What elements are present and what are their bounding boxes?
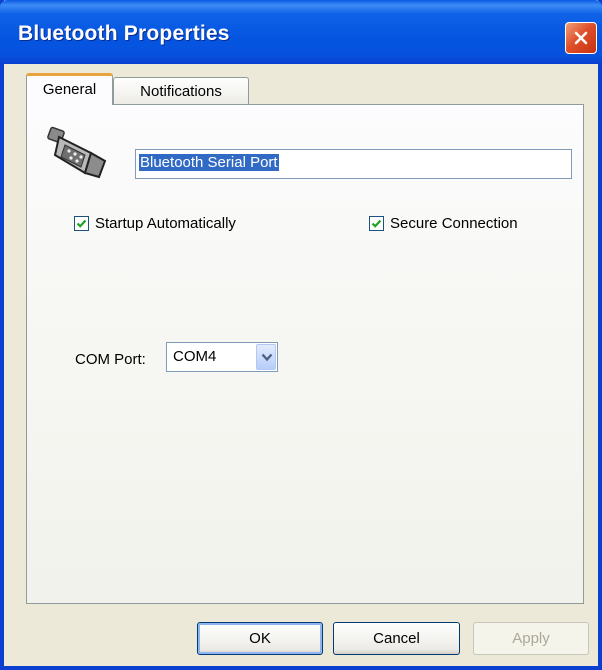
chevron-down-icon xyxy=(261,353,273,362)
cancel-button[interactable]: Cancel xyxy=(333,622,460,655)
general-tab-panel: Bluetooth Serial Port Startup Automatica… xyxy=(26,104,584,604)
close-icon xyxy=(574,31,588,45)
device-name-text: Bluetooth Serial Port xyxy=(139,154,279,171)
device-name-field[interactable]: Bluetooth Serial Port xyxy=(135,149,572,179)
com-port-select[interactable]: COM4 xyxy=(166,342,278,372)
dropdown-button[interactable] xyxy=(256,344,276,370)
checkbox-box[interactable] xyxy=(74,216,89,231)
startup-automatically-checkbox[interactable]: Startup Automatically xyxy=(74,215,236,232)
title-bar[interactable]: Bluetooth Properties xyxy=(0,0,602,64)
secure-connection-checkbox[interactable]: Secure Connection xyxy=(369,215,518,232)
checkmark-icon xyxy=(371,219,382,228)
com-port-value: COM4 xyxy=(173,348,217,365)
startup-automatically-label: Startup Automatically xyxy=(95,215,236,232)
com-port-label: COM Port: xyxy=(75,351,146,368)
tab-notifications[interactable]: Notifications xyxy=(113,77,249,105)
checkmark-icon xyxy=(76,219,87,228)
secure-connection-label: Secure Connection xyxy=(390,215,518,232)
window-title: Bluetooth Properties xyxy=(18,22,230,45)
tab-general[interactable]: General xyxy=(26,73,113,105)
ok-button[interactable]: OK xyxy=(197,622,323,655)
apply-button[interactable]: Apply xyxy=(473,622,589,655)
close-button[interactable] xyxy=(565,22,597,54)
bluetooth-properties-dialog: Bluetooth Properties General Notificatio… xyxy=(0,0,602,670)
serial-port-icon xyxy=(47,126,107,179)
checkbox-box[interactable] xyxy=(369,216,384,231)
